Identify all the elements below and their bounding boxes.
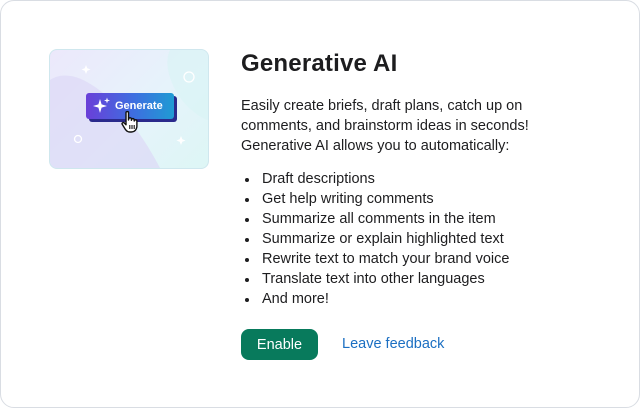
feature-list: Draft descriptions Get help writing comm… — [241, 169, 509, 309]
feature-list-item: Summarize or explain highlighted text — [241, 229, 509, 249]
generative-ai-card: Generate Generative AI Easily create bri… — [0, 0, 640, 408]
feature-list-item: And more! — [241, 289, 509, 309]
feature-list-item: Get help writing comments — [241, 189, 509, 209]
leave-feedback-link[interactable]: Leave feedback — [342, 336, 444, 352]
feature-list-item: Draft descriptions — [241, 169, 509, 189]
pointer-hand-icon — [121, 110, 138, 133]
sparkle-icon — [93, 97, 110, 113]
generative-ai-illustration: Generate — [49, 49, 209, 169]
enable-button[interactable]: Enable — [241, 329, 318, 360]
feature-list-item: Translate text into other languages — [241, 269, 509, 289]
feature-list-item: Rewrite text to match your brand voice — [241, 249, 509, 269]
feature-description: Easily create briefs, draft plans, catch… — [241, 98, 529, 154]
feature-list-item: Summarize all comments in the item — [241, 209, 509, 229]
page-title: Generative AI — [241, 50, 398, 77]
